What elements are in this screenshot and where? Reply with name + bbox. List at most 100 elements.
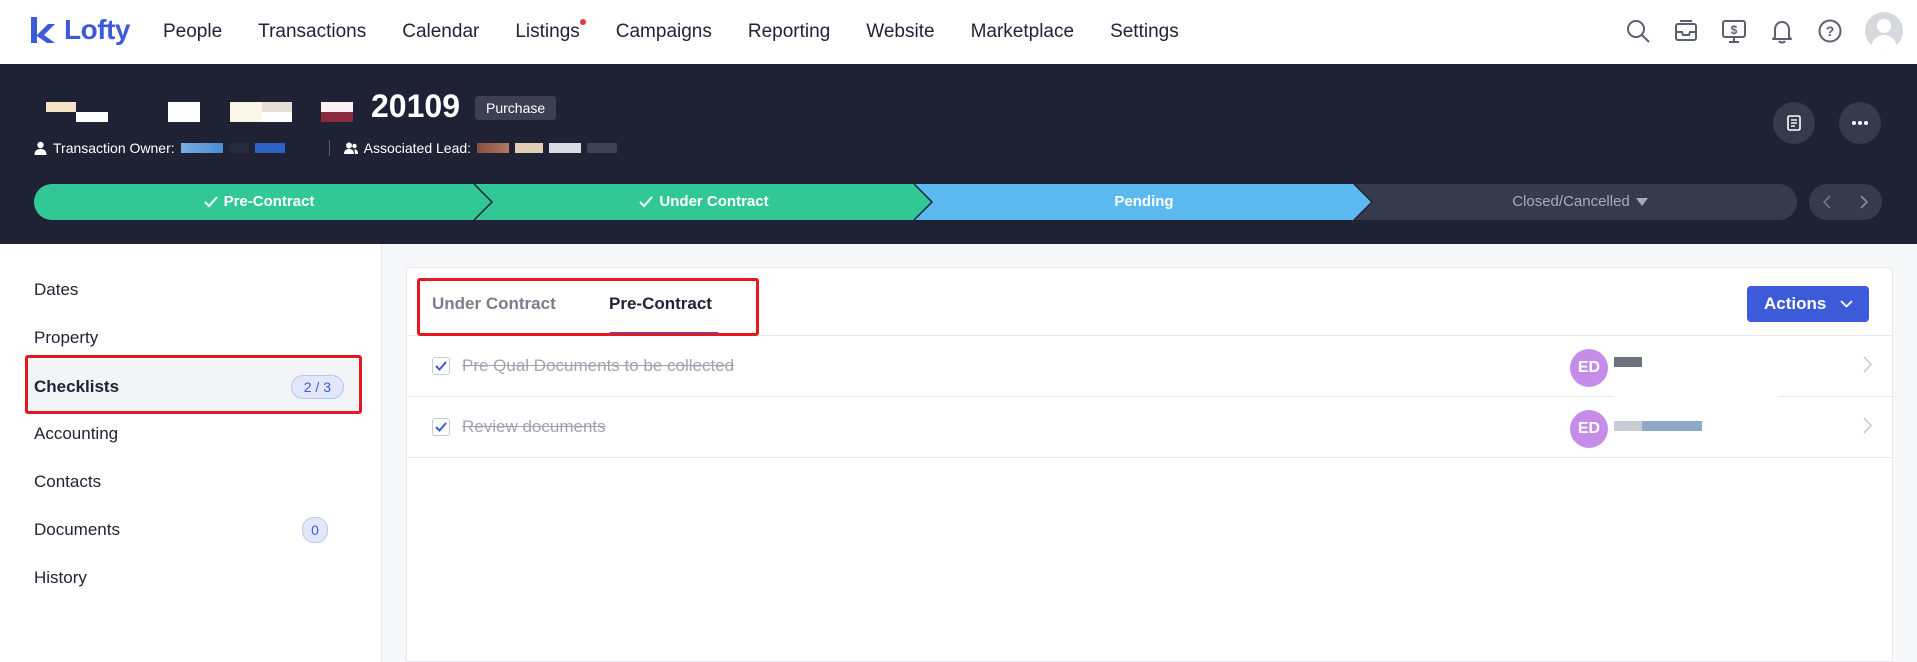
redacted-owner — [254, 143, 285, 153]
stage-nav-arrows — [1809, 184, 1882, 220]
notes-button[interactable] — [1773, 102, 1815, 144]
actions-button[interactable]: Actions — [1747, 286, 1869, 322]
lofty-logo-icon — [31, 17, 55, 43]
sidebar-item-history[interactable]: History — [34, 558, 344, 598]
task-checkbox[interactable] — [432, 357, 450, 375]
nav-calendar[interactable]: Calendar — [402, 21, 479, 43]
transaction-header: 20109 Purchase Transaction Owner: Associ… — [0, 64, 1917, 244]
sidebar-item-dates[interactable]: Dates — [34, 270, 344, 310]
sidebar-item-label: History — [34, 568, 87, 587]
chevron-down-icon — [1840, 300, 1853, 308]
top-navigation: Lofty People Transactions Calendar Listi… — [0, 0, 1917, 64]
stage-closed-cancelled[interactable]: Closed/Cancelled — [1364, 184, 1796, 220]
utility-icons: $ ? — [1625, 12, 1903, 50]
redacted-address — [230, 102, 262, 122]
sidebar-item-label: Dates — [34, 280, 79, 299]
owner-label: Transaction Owner: — [53, 140, 175, 156]
sidebar-item-label: Accounting — [34, 424, 119, 443]
people-icon — [343, 142, 358, 154]
nav-reporting[interactable]: Reporting — [748, 21, 830, 43]
nav-campaigns[interactable]: Campaigns — [616, 21, 712, 43]
search-icon[interactable] — [1625, 18, 1651, 44]
chevron-right-icon — [1863, 356, 1873, 373]
nav-people[interactable]: People — [163, 21, 222, 43]
task-open-chevron[interactable] — [1863, 356, 1873, 378]
bell-icon[interactable] — [1769, 18, 1795, 44]
task-name: Review documents — [462, 417, 606, 436]
redacted-lead — [549, 143, 582, 153]
more-options-button[interactable] — [1839, 102, 1881, 144]
more-icon — [1852, 121, 1868, 125]
task-name: Pre Qual Documents to be collected — [462, 356, 735, 375]
redacted-address — [46, 102, 76, 112]
nav-website[interactable]: Website — [866, 21, 934, 43]
redacted-owner — [290, 143, 315, 153]
stage-progress-bar: Pre-Contract Under Contract Pending Clos… — [34, 184, 1797, 220]
task-checkbox[interactable] — [432, 418, 450, 436]
assignee-avatar: ED — [1570, 410, 1608, 448]
redacted-address — [262, 112, 292, 122]
chevron-left-icon — [1823, 195, 1831, 209]
checklist-task-row[interactable]: Pre Qual Documents to be collected ED — [407, 336, 1892, 398]
notification-dot — [579, 19, 586, 25]
dollar-monitor-icon[interactable]: $ — [1721, 18, 1747, 44]
caret-down-icon — [1635, 198, 1648, 206]
nav-listings[interactable]: Listings — [515, 19, 586, 43]
stage-pending[interactable]: Pending — [924, 184, 1364, 220]
stage-pre-contract[interactable]: Pre-Contract — [34, 184, 484, 220]
check-icon — [435, 422, 447, 432]
sidebar-item-property[interactable]: Property — [34, 318, 344, 358]
nav-marketplace[interactable]: Marketplace — [971, 21, 1075, 43]
check-icon — [639, 196, 654, 208]
stage-label: Pre-Contract — [223, 193, 315, 210]
redacted-address — [76, 112, 108, 122]
main-nav: People Transactions Calendar Listings Ca… — [163, 0, 1215, 64]
brand-name: Lofty — [64, 14, 130, 45]
redacted-address — [321, 112, 353, 122]
nav-settings[interactable]: Settings — [1110, 21, 1179, 43]
stage-label: Under Contract — [659, 193, 769, 210]
redacted-lead — [587, 143, 618, 153]
redacted-assignee — [1614, 357, 1642, 367]
task-open-chevron[interactable] — [1863, 417, 1873, 439]
next-button[interactable] — [1846, 184, 1883, 220]
sidebar-item-label: Contacts — [34, 472, 102, 491]
checklist-task-row[interactable]: Review documents ED — [407, 397, 1892, 458]
redacted-assignee — [1614, 421, 1642, 431]
redacted-lead — [515, 143, 544, 153]
transaction-type-badge: Purchase — [475, 96, 557, 120]
nav-transactions[interactable]: Transactions — [258, 21, 366, 43]
highlight-box — [417, 278, 759, 336]
redacted-address — [168, 102, 200, 122]
redacted-address — [262, 102, 292, 112]
help-icon[interactable]: ? — [1817, 18, 1843, 44]
stage-under-contract[interactable]: Under Contract — [484, 184, 924, 220]
sidebar-item-label: Property — [34, 328, 99, 347]
stage-label: Pending — [1114, 193, 1174, 210]
sidebar-item-accounting[interactable]: Accounting — [34, 414, 344, 454]
previous-button[interactable] — [1809, 184, 1846, 220]
inbox-icon[interactable] — [1673, 18, 1699, 44]
highlight-box — [25, 355, 362, 414]
lead-label: Associated Lead: — [363, 140, 472, 156]
redacted-owner — [228, 143, 249, 153]
transaction-sidebar: Dates Property Checklists 2 / 3 Accounti… — [0, 244, 382, 662]
associated-lead[interactable]: Associated Lead: — [343, 140, 618, 156]
redacted-assignee — [1642, 421, 1702, 431]
stage-label: Closed/Cancelled — [1512, 193, 1630, 210]
transaction-id: 20109 — [371, 88, 460, 124]
chevron-right-icon — [1860, 195, 1868, 209]
assignee-avatar: ED — [1570, 349, 1608, 387]
lofty-logo[interactable]: Lofty — [28, 14, 130, 46]
documents-count-badge: 0 — [302, 517, 328, 543]
check-icon — [435, 361, 447, 371]
check-icon — [203, 196, 218, 208]
transaction-owner[interactable]: Transaction Owner: — [34, 140, 315, 156]
redacted-address — [321, 102, 353, 112]
document-icon — [1787, 115, 1801, 131]
avatar[interactable] — [1865, 12, 1903, 50]
sidebar-item-contacts[interactable]: Contacts — [34, 462, 344, 502]
nav-listings-label: Listings — [515, 21, 580, 42]
redacted-owner — [180, 143, 223, 153]
sidebar-item-documents[interactable]: Documents 0 — [34, 510, 344, 550]
